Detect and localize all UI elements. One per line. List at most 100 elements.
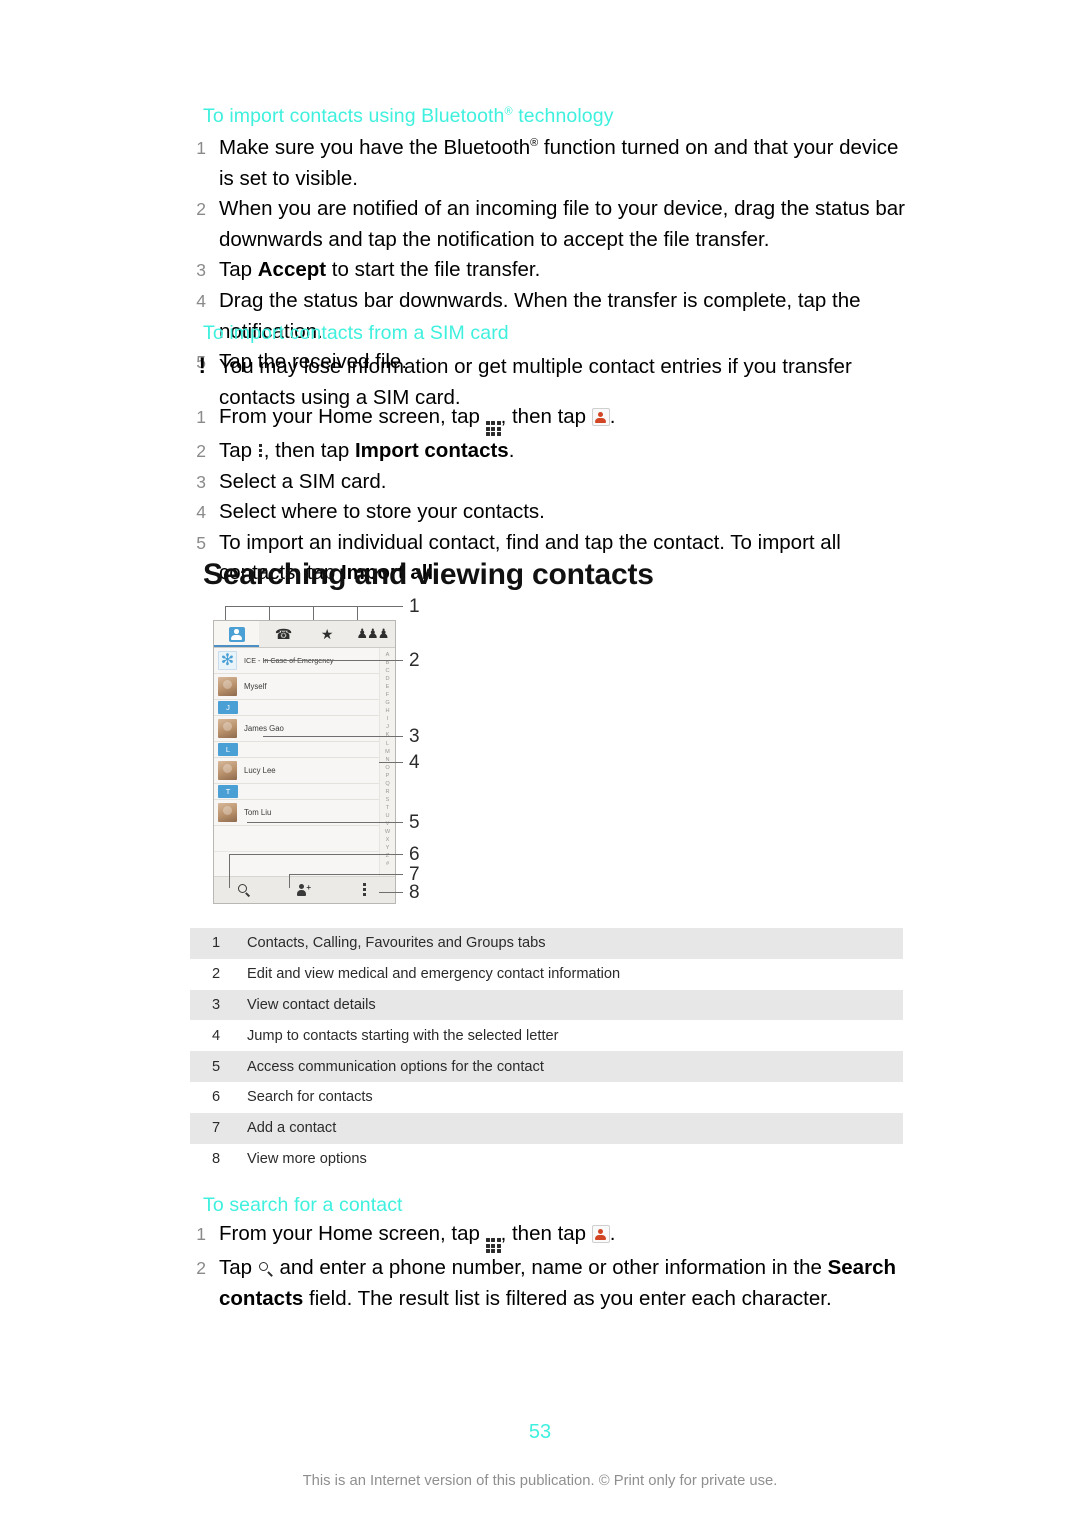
- step-item: 3 Select a SIM card.: [176, 467, 916, 498]
- callout-leader: [225, 606, 226, 620]
- legend-text: View more options: [247, 1150, 367, 1167]
- callout-leader: [313, 606, 314, 620]
- contacts-list[interactable]: ICE - In Case of Emergency Myself J Jame…: [214, 648, 379, 878]
- callout-leader: [263, 660, 403, 661]
- step-text: From your Home screen, tap , then tap .: [219, 402, 916, 436]
- alphabet-index-letter[interactable]: P: [386, 772, 390, 780]
- page-title: Searching and viewing contacts: [203, 558, 654, 591]
- step-text: Tap , then tap Import contacts.: [219, 439, 515, 462]
- legend-text: Add a contact: [247, 1120, 337, 1137]
- step-item: 2 Tap , then tap Import contacts.: [176, 436, 916, 467]
- alphabet-index-letter[interactable]: L: [386, 740, 389, 748]
- add-person-icon: +: [296, 883, 312, 897]
- alphabet-index-letter[interactable]: W: [385, 828, 390, 836]
- add-contact-button[interactable]: +: [274, 877, 334, 903]
- table-row: 6 Search for contacts: [190, 1082, 903, 1113]
- alphabet-index-letter[interactable]: #: [386, 860, 389, 868]
- table-row: 7 Add a contact: [190, 1112, 903, 1144]
- step-item: 3 Tap Accept to start the file transfer.: [176, 255, 916, 286]
- contacts-icon: [228, 626, 245, 642]
- more-options-button[interactable]: [335, 877, 395, 903]
- callout-number: 8: [409, 882, 420, 903]
- alphabet-index-letter[interactable]: F: [386, 691, 389, 699]
- legend-text: View contact details: [247, 996, 376, 1013]
- alphabet-index-letter[interactable]: Q: [385, 780, 389, 788]
- favourites-tab[interactable]: ★: [305, 621, 350, 647]
- step-item: 2 Tap and enter a phone number, name or …: [176, 1253, 916, 1314]
- search-icon: [237, 883, 251, 897]
- step-number: 1: [196, 1224, 206, 1244]
- callout-leader: [225, 606, 403, 607]
- list-item[interactable]: James Gao: [214, 716, 379, 742]
- list-item[interactable]: Lucy Lee: [214, 758, 379, 784]
- callout-number: 1: [409, 596, 420, 617]
- section-letter-badge: J: [218, 701, 238, 714]
- search-contacts-button[interactable]: [214, 877, 274, 903]
- legend-number: 1: [212, 935, 221, 952]
- contacts-tab-bar: ☎ ★ ♟♟♟: [214, 621, 395, 648]
- contact-name: Myself: [244, 682, 267, 691]
- step-text: Select a SIM card.: [219, 469, 387, 493]
- alphabet-index-letter[interactable]: I: [387, 715, 389, 723]
- step-item: 4 Select where to store your contacts.: [176, 497, 916, 528]
- callout-number: 2: [409, 650, 420, 671]
- groups-icon: ♟♟♟: [356, 626, 389, 641]
- contacts-screen-figure: ☎ ★ ♟♟♟ ICE - In Case of Emergency Mysel…: [203, 596, 443, 910]
- step-text: Make sure you have the Bluetooth® functi…: [219, 136, 899, 190]
- legend-number: 5: [212, 1058, 221, 1075]
- table-row: 5 Access communication options for the c…: [190, 1051, 903, 1082]
- callout-number: 4: [409, 752, 420, 773]
- footer-note: This is an Internet version of this publ…: [302, 1473, 778, 1489]
- table-row: 1 Contacts, Calling, Favourites and Grou…: [190, 928, 903, 959]
- step-text: Tap and enter a phone number, name or ot…: [219, 1256, 896, 1310]
- callout-leader: [379, 892, 403, 893]
- callout-leader: [289, 874, 290, 888]
- alphabet-index-letter[interactable]: D: [385, 675, 389, 683]
- table-row: 2 Edit and view medical and emergency co…: [190, 959, 903, 990]
- alphabet-index-letter[interactable]: R: [385, 788, 389, 796]
- avatar: [218, 803, 237, 822]
- step-number: 5: [196, 532, 206, 553]
- registered-mark: ®: [504, 105, 513, 118]
- list-item[interactable]: ICE - In Case of Emergency: [214, 648, 379, 674]
- alphabet-index-letter[interactable]: T: [386, 804, 389, 812]
- steps-list-search-contact: 1 From your Home screen, tap , then tap …: [176, 1219, 916, 1314]
- legend-number: 8: [212, 1150, 221, 1167]
- step-number: 3: [196, 260, 206, 281]
- alphabet-index-letter[interactable]: C: [385, 667, 389, 675]
- groups-tab[interactable]: ♟♟♟: [350, 621, 395, 647]
- list-empty-row: [214, 826, 379, 852]
- alphabet-index-letter[interactable]: O: [385, 764, 389, 772]
- avatar: [218, 677, 237, 696]
- step-item: 1 From your Home screen, tap , then tap …: [176, 402, 916, 436]
- calling-tab[interactable]: ☎: [259, 621, 304, 647]
- callout-leader: [357, 606, 358, 620]
- alphabet-index-letter[interactable]: M: [385, 748, 390, 756]
- list-item[interactable]: Myself: [214, 674, 379, 700]
- alphabet-index-letter[interactable]: A: [386, 651, 390, 659]
- alphabet-index-letter[interactable]: E: [386, 683, 390, 691]
- legend-number: 6: [212, 1089, 221, 1106]
- alphabet-index-letter[interactable]: X: [386, 836, 390, 844]
- section-letter-badge: L: [218, 743, 238, 756]
- callout-leader: [289, 874, 403, 875]
- heading-text-part: To import contacts using Bluetooth: [203, 105, 505, 127]
- contacts-app-icon: [591, 408, 610, 426]
- alphabet-index-letter[interactable]: U: [385, 812, 389, 820]
- legend-text: Jump to contacts starting with the selec…: [247, 1027, 559, 1044]
- alphabet-index-letter[interactable]: G: [385, 699, 389, 707]
- legend-number: 7: [212, 1120, 221, 1137]
- step-text: Tap Accept to start the file transfer.: [219, 258, 541, 282]
- alphabet-index-letter[interactable]: H: [385, 707, 389, 715]
- callout-leader: [229, 854, 230, 888]
- list-section-header: J: [214, 700, 379, 716]
- contacts-tab[interactable]: [214, 621, 260, 647]
- alphabet-index-letter[interactable]: S: [386, 796, 390, 804]
- callout-leader: [229, 854, 403, 855]
- alphabet-index-letter[interactable]: J: [386, 723, 389, 731]
- section-heading-sim-card: To import contacts from a SIM card: [203, 322, 509, 344]
- legend-number: 4: [212, 1027, 221, 1044]
- alphabet-index-letter[interactable]: Y: [386, 844, 390, 852]
- avatar: [218, 719, 237, 738]
- callout-number: 6: [409, 844, 420, 865]
